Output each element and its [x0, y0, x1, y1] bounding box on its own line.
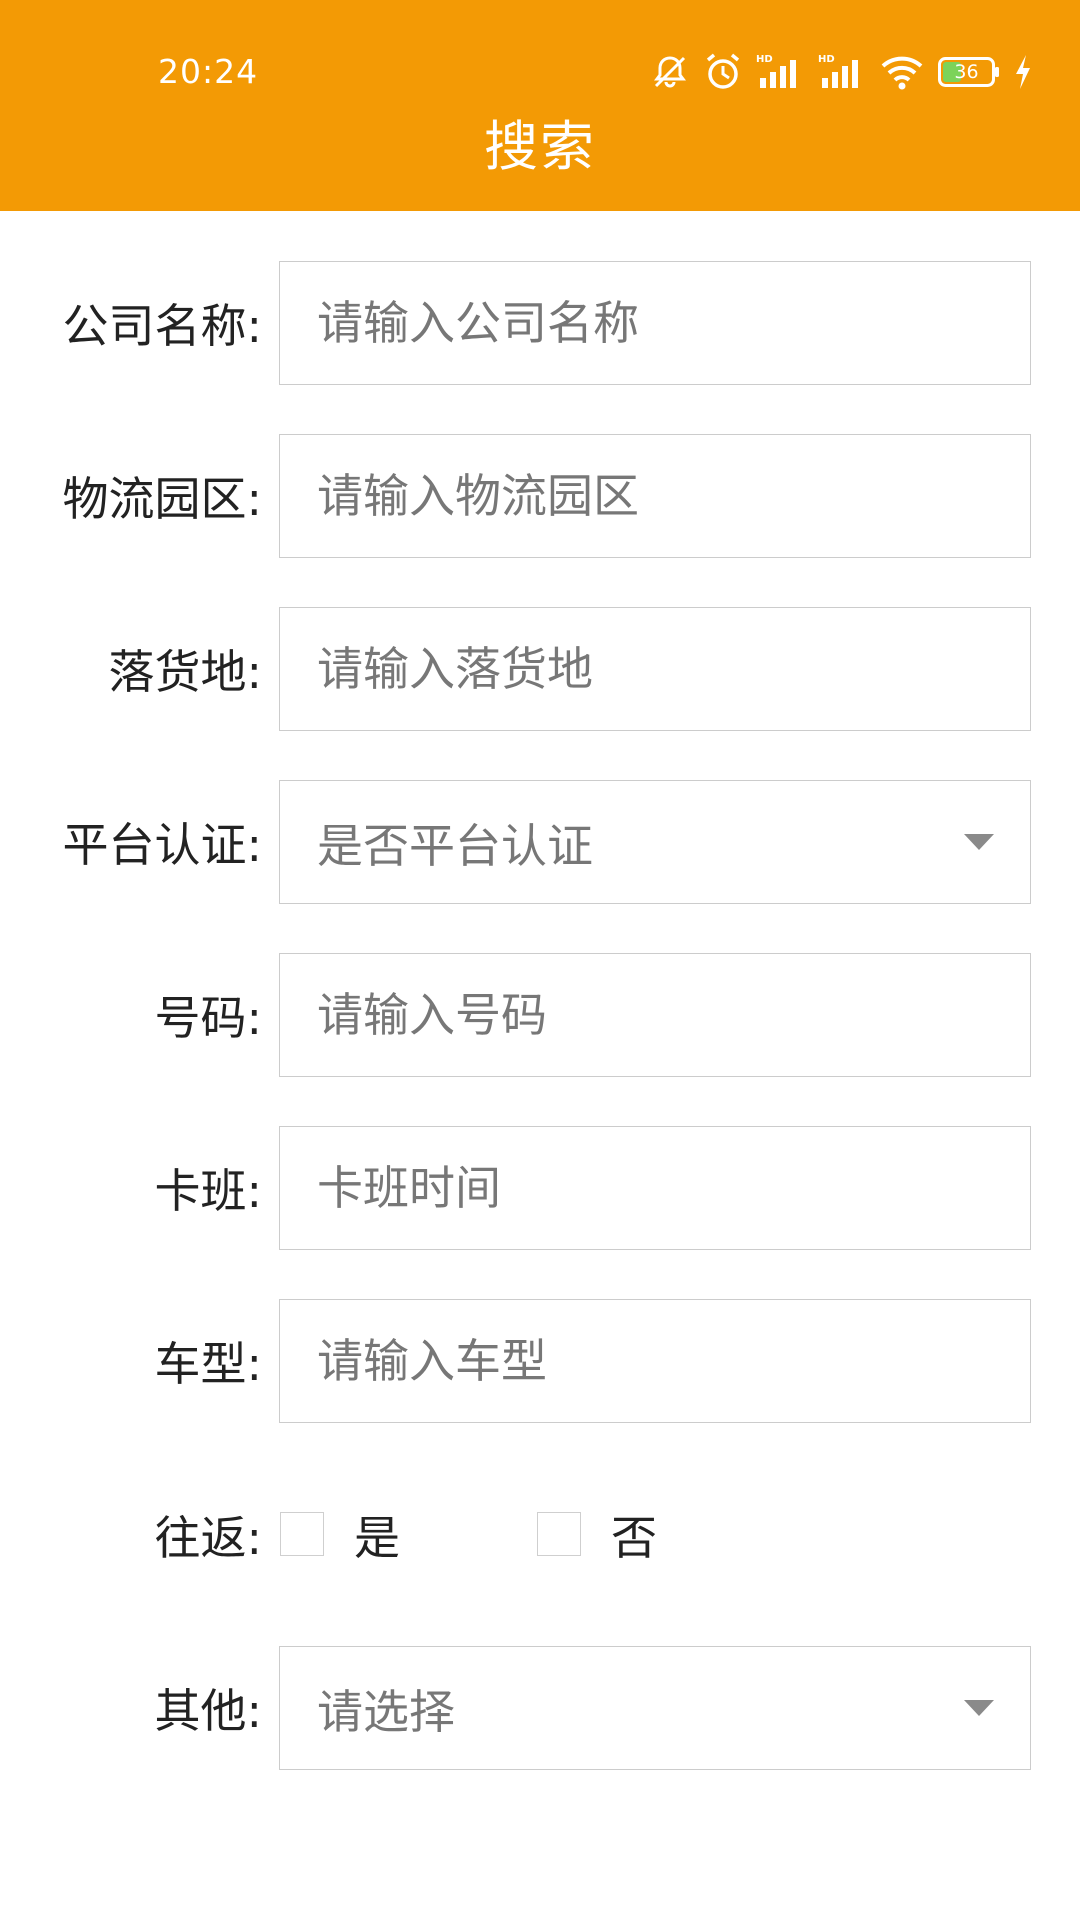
vehicle-label: 车型: — [154, 1337, 263, 1391]
schedule-field-box — [279, 1126, 1031, 1250]
chevron-down-icon — [964, 834, 994, 850]
park-field-box — [279, 434, 1031, 558]
chevron-down-icon — [964, 1700, 994, 1716]
number-input[interactable] — [280, 954, 1030, 1076]
number-field-box — [279, 953, 1031, 1077]
round-trip-label: 往返: — [154, 1511, 263, 1565]
vehicle-input[interactable] — [280, 1300, 1030, 1422]
park-row: 物流园区: — [0, 433, 1080, 559]
other-select[interactable]: 请选择 — [279, 1646, 1031, 1770]
battery-level: 36 — [954, 61, 979, 83]
other-row: 其他: 请选择 — [0, 1645, 1080, 1771]
company-row: 公司名称: — [0, 260, 1080, 386]
round-trip-yes-label[interactable]: 是 — [354, 1472, 400, 1598]
battery-icon: 36 — [938, 57, 1000, 87]
number-label: 号码: — [154, 991, 263, 1045]
round-trip-row: 往返: 是 否 — [0, 1472, 1080, 1598]
wifi-icon — [880, 52, 924, 92]
svg-text:HD: HD — [818, 54, 835, 65]
certified-select-value: 是否平台认证 — [317, 819, 593, 873]
status-icons: HD HD 36 — [650, 50, 1032, 94]
status-time: 20:24 — [158, 52, 259, 91]
page-title: 搜索 — [484, 115, 596, 178]
schedule-input[interactable] — [280, 1127, 1030, 1249]
company-field-box — [279, 261, 1031, 385]
certified-row: 平台认证: 是否平台认证 — [0, 779, 1080, 905]
park-input[interactable] — [280, 435, 1030, 557]
destination-label: 落货地: — [108, 645, 263, 699]
destination-input[interactable] — [280, 608, 1030, 730]
round-trip-no-checkbox[interactable] — [537, 1512, 581, 1556]
mute-icon — [650, 52, 690, 92]
svg-text:HD: HD — [756, 54, 773, 65]
schedule-label: 卡班: — [154, 1164, 263, 1218]
certified-select[interactable]: 是否平台认证 — [279, 780, 1031, 904]
company-label: 公司名称: — [62, 299, 263, 353]
number-row: 号码: — [0, 952, 1080, 1078]
other-select-value: 请选择 — [317, 1685, 455, 1739]
signal-hd-icon: HD — [818, 52, 866, 92]
destination-field-box — [279, 607, 1031, 731]
destination-row: 落货地: — [0, 606, 1080, 732]
certified-label: 平台认证: — [62, 818, 263, 872]
charging-icon — [1014, 54, 1032, 90]
park-label: 物流园区: — [62, 472, 263, 526]
company-input[interactable] — [280, 262, 1030, 384]
app-header: 20:24 HD HD 36 搜索 — [0, 0, 1080, 211]
vehicle-row: 车型: — [0, 1298, 1080, 1424]
other-label: 其他: — [154, 1684, 263, 1738]
alarm-icon — [704, 52, 742, 92]
round-trip-yes-checkbox[interactable] — [280, 1512, 324, 1556]
schedule-row: 卡班: — [0, 1125, 1080, 1251]
vehicle-field-box — [279, 1299, 1031, 1423]
round-trip-no-label[interactable]: 否 — [611, 1472, 657, 1598]
signal-hd-icon: HD — [756, 52, 804, 92]
